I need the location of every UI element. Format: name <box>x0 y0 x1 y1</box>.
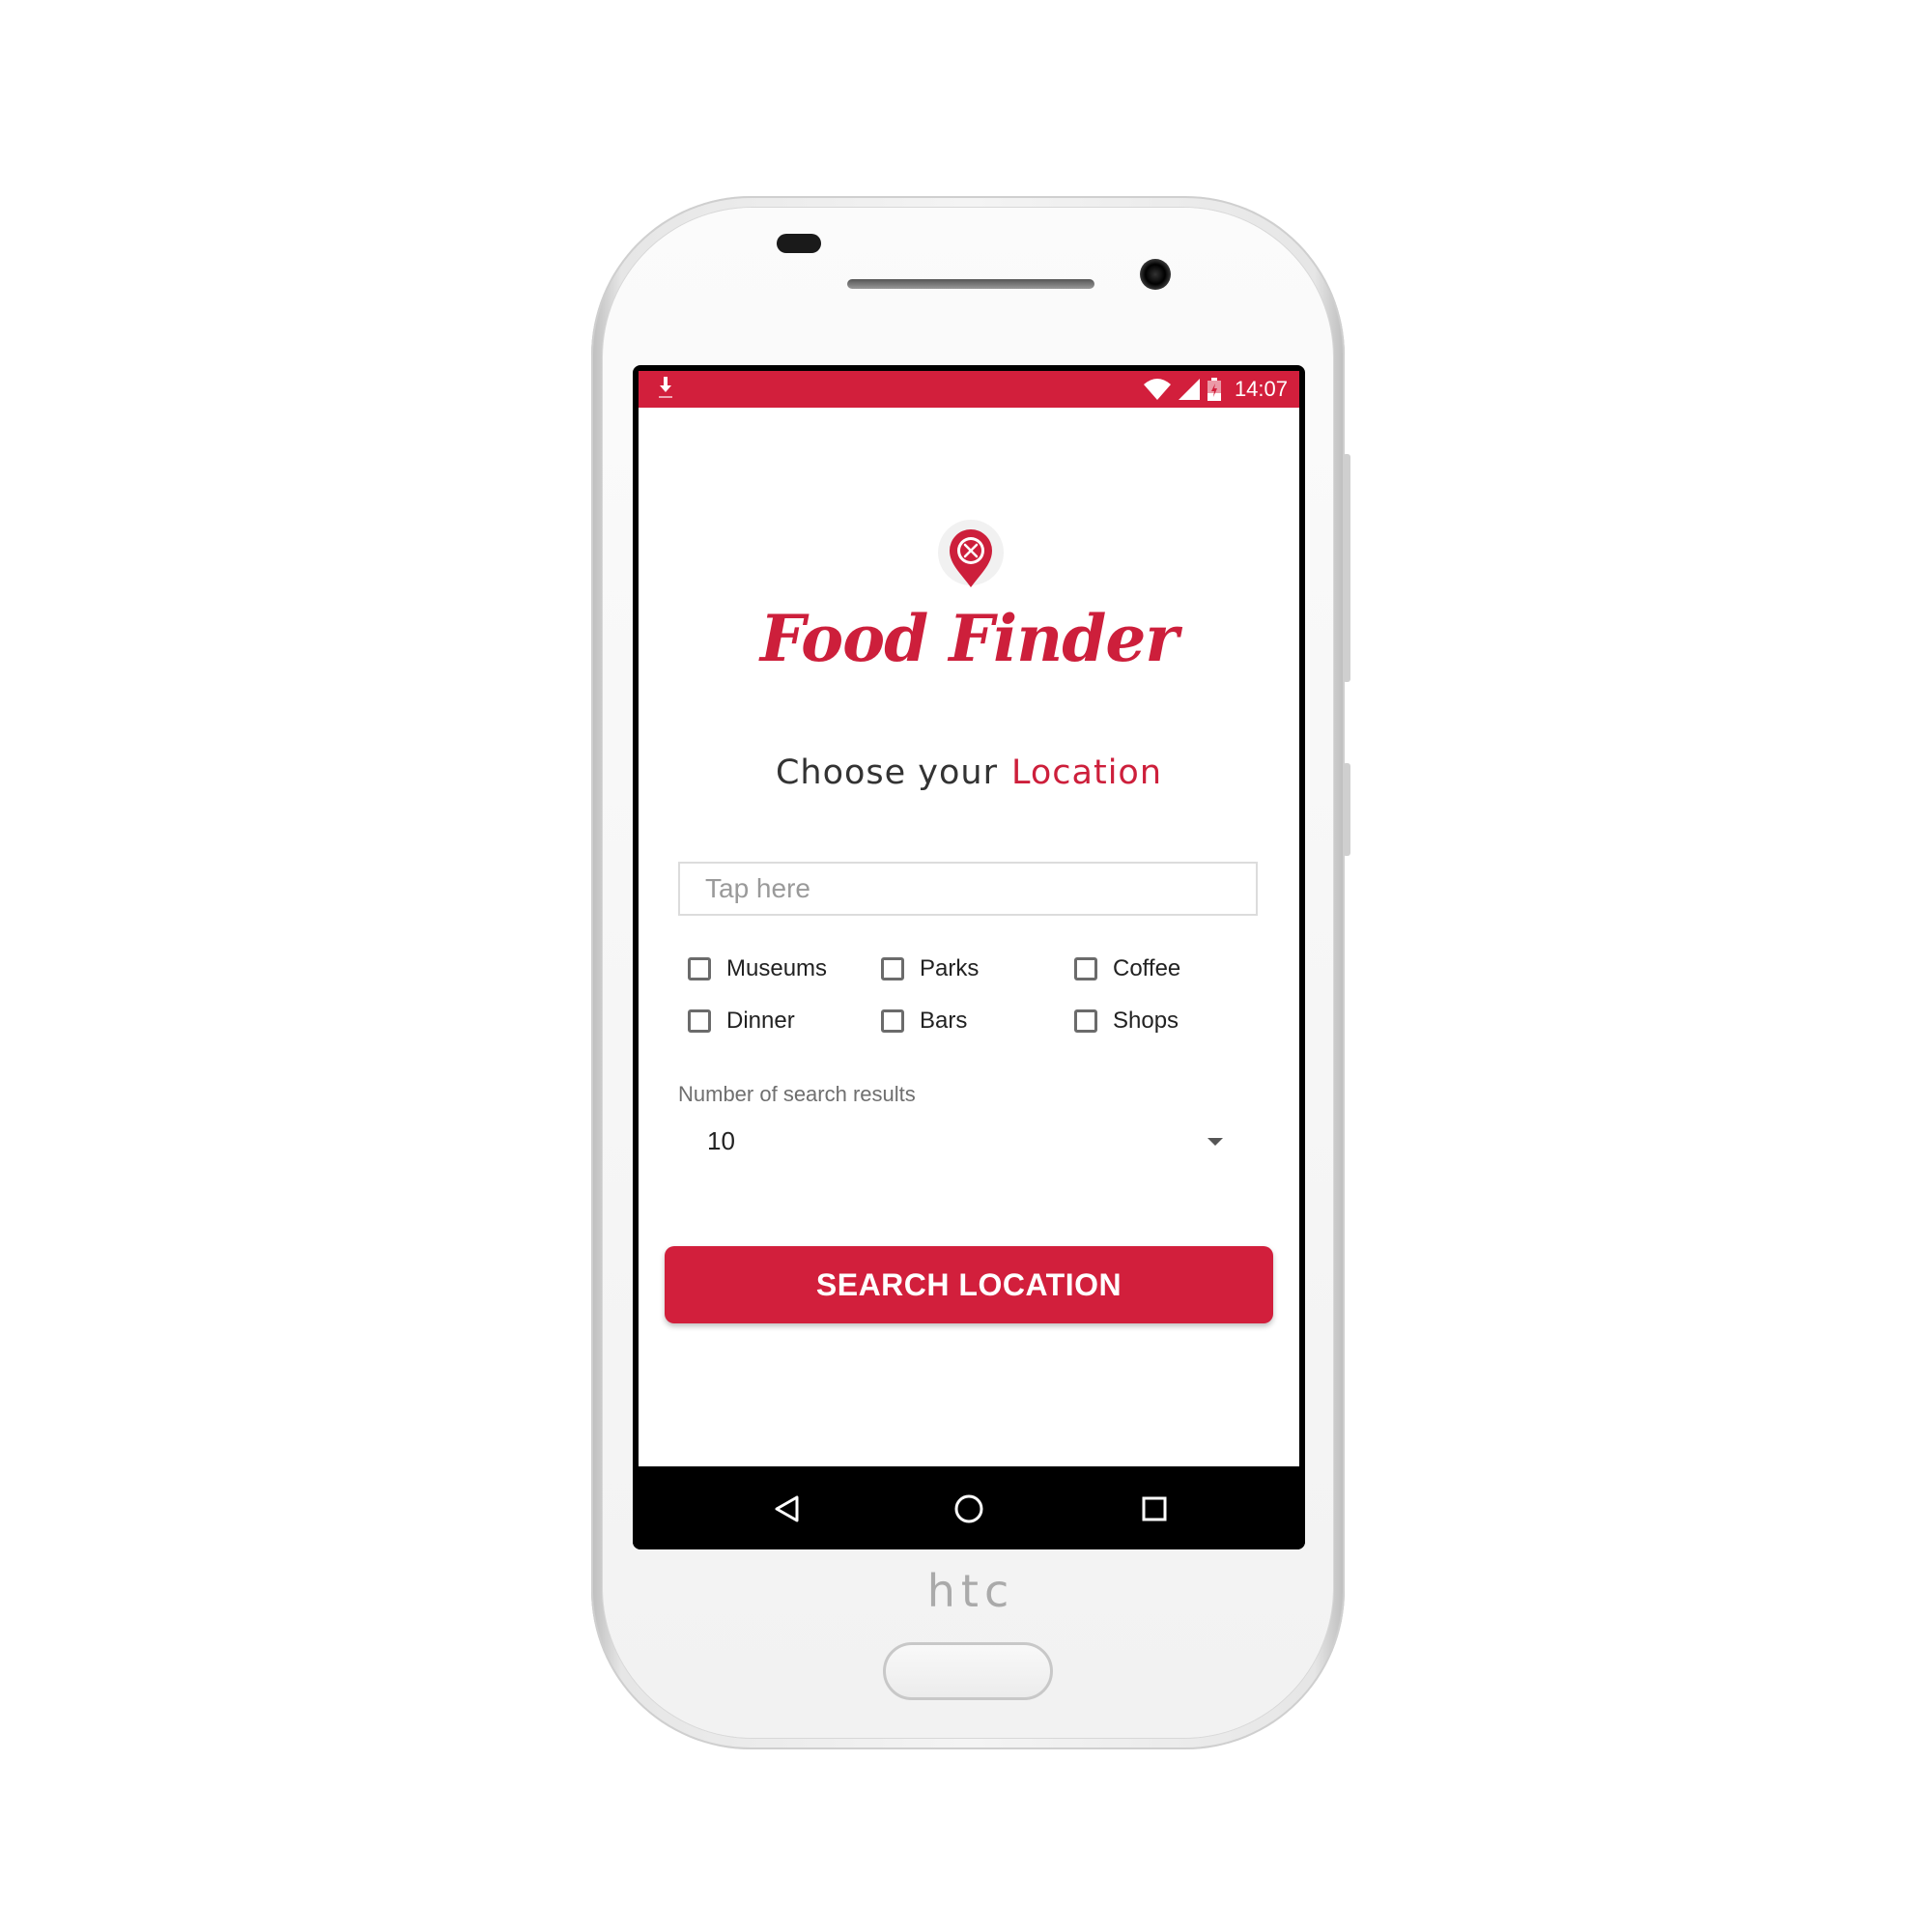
proximity-sensor <box>777 234 821 253</box>
status-time: 14:07 <box>1234 377 1288 401</box>
checkbox-label: Dinner <box>726 1008 795 1034</box>
checkbox-dinner[interactable]: Dinner <box>688 1007 881 1036</box>
category-checkbox-group: Museums Parks Coffee Dinner Bars Shops <box>688 954 1267 1036</box>
recents-icon[interactable] <box>1131 1486 1178 1532</box>
checkbox-icon[interactable] <box>688 957 711 980</box>
checkbox-shops[interactable]: Shops <box>1074 1007 1267 1036</box>
checkbox-icon[interactable] <box>1074 1009 1097 1033</box>
checkbox-coffee[interactable]: Coffee <box>1074 954 1267 983</box>
home-icon[interactable] <box>946 1486 992 1532</box>
checkbox-icon[interactable] <box>1074 957 1097 980</box>
checkbox-parks[interactable]: Parks <box>881 954 1074 983</box>
checkbox-label: Parks <box>920 955 980 981</box>
device-screen: 14:07 Food Finder Choose your Location Mu… <box>633 365 1305 1549</box>
earpiece-speaker <box>847 279 1094 289</box>
heading-prefix: Choose your <box>775 753 998 792</box>
dropdown-arrow-icon[interactable] <box>1208 1138 1223 1146</box>
home-key[interactable] <box>883 1642 1053 1700</box>
signal-icon <box>1178 379 1200 400</box>
checkbox-icon[interactable] <box>881 957 904 980</box>
results-count-label: Number of search results <box>678 1082 916 1106</box>
status-bar: 14:07 <box>639 371 1299 408</box>
checkbox-label: Coffee <box>1113 955 1181 981</box>
android-nav-bar <box>633 1468 1305 1549</box>
status-icons: 14:07 <box>1143 371 1288 408</box>
heading-accent: Location <box>1011 753 1163 792</box>
checkbox-icon[interactable] <box>881 1009 904 1033</box>
checkbox-museums[interactable]: Museums <box>688 954 881 983</box>
power-button <box>1343 763 1350 856</box>
results-count-value: 10 <box>707 1126 735 1155</box>
app-content: Food Finder Choose your Location Museums … <box>639 408 1299 1466</box>
front-camera <box>1140 259 1171 290</box>
device-brand-logo: htc <box>926 1565 1015 1617</box>
map-pin-fork-knife-icon <box>938 520 1004 587</box>
checkbox-icon[interactable] <box>688 1009 711 1033</box>
choose-location-heading: Choose your Location <box>639 753 1299 792</box>
checkbox-label: Museums <box>726 955 828 981</box>
results-count-dropdown[interactable]: 10 <box>678 1113 1258 1167</box>
checkbox-label: Shops <box>1113 1008 1179 1034</box>
checkbox-bars[interactable]: Bars <box>881 1007 1074 1036</box>
back-icon[interactable] <box>764 1486 810 1532</box>
download-icon <box>659 377 672 398</box>
search-location-button[interactable]: SEARCH LOCATION <box>665 1246 1273 1323</box>
battery-icon <box>1207 378 1221 401</box>
checkbox-label: Bars <box>920 1008 968 1034</box>
volume-button <box>1343 454 1350 682</box>
location-search-input[interactable] <box>678 862 1258 916</box>
wifi-icon <box>1143 379 1171 400</box>
app-title: Food Finder <box>759 601 1179 676</box>
